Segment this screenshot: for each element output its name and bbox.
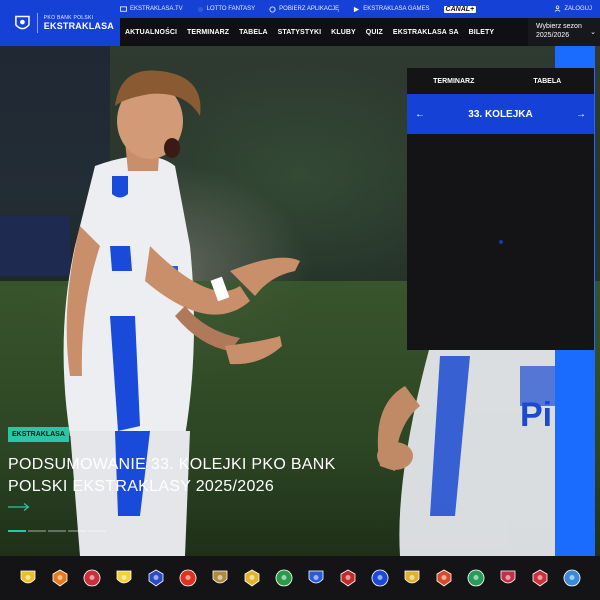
club-crest-icon bbox=[500, 570, 516, 584]
app-icon bbox=[269, 5, 276, 13]
club-crest-icon bbox=[244, 569, 260, 587]
logo-divider bbox=[36, 13, 38, 33]
club-crest-icon bbox=[436, 569, 452, 587]
ekstraklasa-logo[interactable]: PKO BANK POLSKI EKSTRAKLASA bbox=[14, 10, 114, 36]
club-link[interactable] bbox=[275, 569, 293, 587]
util-link-label: POBIERZ APLIKACJĘ bbox=[279, 6, 340, 12]
games-icon bbox=[354, 6, 360, 12]
club-crest-icon bbox=[275, 569, 293, 587]
nav-item-quiz[interactable]: QUIZ bbox=[361, 29, 388, 36]
nav-items: AKTUALNOŚCI TERMINARZ TABELA STATYSTYKI … bbox=[120, 18, 499, 46]
club-crest-icon bbox=[308, 570, 324, 584]
util-link-tv[interactable]: EKSTRAKLASA.TV bbox=[120, 5, 183, 13]
carousel-dot[interactable] bbox=[68, 530, 86, 532]
club-link[interactable] bbox=[403, 569, 421, 587]
season-selector[interactable]: Wybierz sezon 2025/2026 ⌄ bbox=[528, 18, 600, 46]
util-link-label: EKSTRAKLASA.TV bbox=[130, 6, 183, 12]
util-link-app[interactable]: POBIERZ APLIKACJĘ bbox=[269, 5, 340, 13]
club-link[interactable] bbox=[179, 569, 197, 587]
club-crest-icon bbox=[371, 569, 389, 587]
club-crest-icon bbox=[212, 570, 228, 584]
club-crest-icon bbox=[467, 569, 485, 587]
category-tag[interactable]: EKSTRAKLASA bbox=[8, 427, 69, 442]
logo-text: PKO BANK POLSKI EKSTRAKLASA bbox=[43, 14, 114, 31]
user-icon bbox=[554, 5, 561, 12]
club-link[interactable] bbox=[147, 569, 165, 587]
logo-big-text: EKSTRAKLASA bbox=[43, 20, 114, 31]
carousel-dots bbox=[8, 530, 106, 532]
nav-item-kluby[interactable]: KLUBY bbox=[326, 29, 361, 36]
main-nav: AKTUALNOŚCI TERMINARZ TABELA STATYSTYKI … bbox=[120, 18, 600, 46]
nav-item-tabela[interactable]: TABELA bbox=[234, 29, 272, 36]
svg-text:Pi: Pi bbox=[520, 396, 552, 434]
club-crest-icon bbox=[532, 569, 548, 587]
club-crest-icon bbox=[52, 569, 68, 587]
panel-tabs: TERMINARZ TABELA bbox=[407, 68, 594, 94]
round-selector: ← 33. KOLEJKA → bbox=[407, 94, 594, 134]
canal-plus-logo[interactable]: CANAL+ bbox=[443, 5, 477, 13]
login-label: ZALOGUJ bbox=[564, 5, 592, 12]
club-link[interactable] bbox=[435, 569, 453, 587]
club-link[interactable] bbox=[339, 569, 357, 587]
carousel-dot[interactable] bbox=[48, 530, 66, 532]
nav-item-ekstraklasa-sa[interactable]: EKSTRAKLASA SA bbox=[388, 29, 464, 36]
round-label: 33. KOLEJKA bbox=[468, 108, 533, 120]
club-link[interactable] bbox=[499, 569, 517, 587]
carousel-dot[interactable] bbox=[8, 530, 26, 532]
util-link-label: EKSTRAKLASA GAMES bbox=[363, 6, 430, 12]
chevron-down-icon: ⌄ bbox=[590, 29, 596, 36]
club-link[interactable] bbox=[307, 569, 325, 587]
club-link[interactable] bbox=[83, 569, 101, 587]
club-crest-icon bbox=[563, 569, 581, 587]
fixtures-list bbox=[407, 134, 594, 350]
logo-small-text: PKO BANK POLSKI bbox=[43, 14, 94, 21]
util-link-lotto[interactable]: LOTTO FANTASY bbox=[197, 6, 255, 13]
club-crest-icon bbox=[404, 570, 420, 584]
tv-icon bbox=[120, 5, 127, 12]
club-link[interactable] bbox=[19, 569, 37, 587]
nav-item-terminarz[interactable]: TERMINARZ bbox=[182, 29, 234, 36]
club-crest-icon bbox=[116, 570, 132, 584]
clubs-bar bbox=[0, 556, 600, 600]
tab-terminarz[interactable]: TERMINARZ bbox=[407, 68, 501, 94]
club-crest-icon bbox=[179, 569, 197, 587]
club-crest-icon bbox=[20, 570, 36, 584]
login-link[interactable]: ZALOGUJ bbox=[554, 5, 592, 12]
club-link[interactable] bbox=[371, 569, 389, 587]
arrow-left-icon[interactable]: ← bbox=[415, 109, 425, 120]
club-link[interactable] bbox=[115, 569, 133, 587]
club-crest-icon bbox=[83, 569, 101, 587]
club-crest-icon bbox=[148, 569, 164, 587]
arrow-right-icon[interactable]: → bbox=[576, 109, 586, 120]
lotto-icon bbox=[197, 6, 203, 12]
club-link[interactable] bbox=[531, 569, 549, 587]
club-link[interactable] bbox=[211, 569, 229, 587]
pko-logo-icon bbox=[15, 15, 30, 30]
club-link[interactable] bbox=[243, 569, 261, 587]
loading-spinner-icon bbox=[499, 240, 503, 244]
utility-links: EKSTRAKLASA.TV LOTTO FANTASY POBIERZ APL… bbox=[120, 0, 477, 18]
club-link[interactable] bbox=[467, 569, 485, 587]
nav-item-aktualnosci[interactable]: AKTUALNOŚCI bbox=[120, 29, 182, 36]
carousel-dot[interactable] bbox=[28, 530, 46, 532]
fixtures-panel: TERMINARZ TABELA ← 33. KOLEJKA → bbox=[407, 68, 594, 350]
nav-item-bilety[interactable]: BILETY bbox=[464, 29, 500, 36]
arrow-right-icon[interactable] bbox=[8, 502, 30, 512]
util-link-games[interactable]: EKSTRAKLASA GAMES bbox=[353, 6, 430, 13]
tab-tabela[interactable]: TABELA bbox=[501, 68, 595, 94]
club-crest-icon bbox=[340, 569, 356, 587]
hero-headline[interactable]: PODSUMOWANIE 33. KOLEJKI PKO BANK POLSKI… bbox=[8, 454, 338, 498]
util-link-label: LOTTO FANTASY bbox=[206, 6, 256, 12]
carousel-dot[interactable] bbox=[88, 530, 106, 532]
club-link[interactable] bbox=[563, 569, 581, 587]
nav-item-statystyki[interactable]: STATYSTYKI bbox=[273, 29, 327, 36]
club-link[interactable] bbox=[51, 569, 69, 587]
